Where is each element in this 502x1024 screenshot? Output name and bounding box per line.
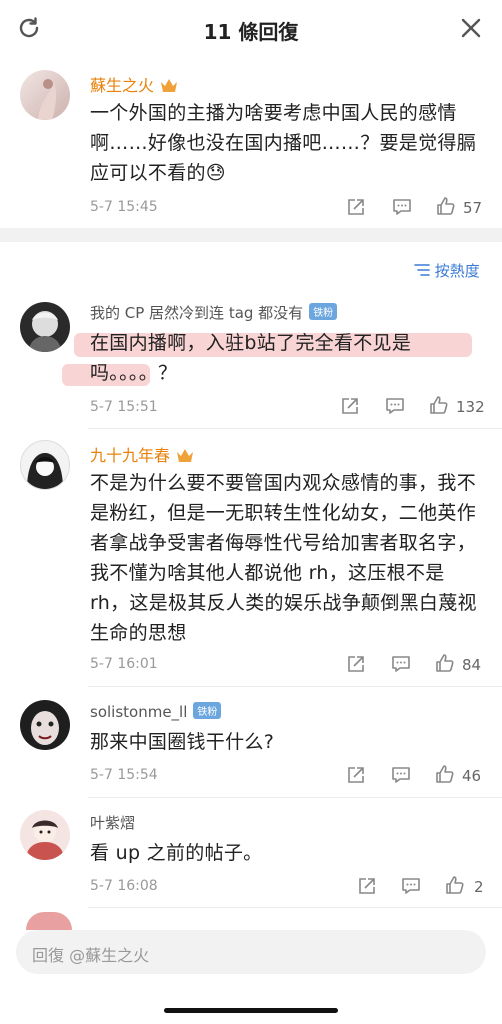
like-icon[interactable] [435,764,455,784]
timestamp: 5-7 15:45 [90,199,158,215]
comment-text: 不是为什么要不要管国内观众感情的事，我不是粉红，但是一无职转生性化幼女，二他英作… [90,472,477,644]
divider [88,428,502,429]
avatar [26,912,72,930]
avatar[interactable] [20,70,70,120]
comment-icon[interactable] [391,654,411,674]
username[interactable]: 我的 CP 居然冷到连 tag 都没有 铁粉 [90,302,338,323]
modal-header: 11 條回復 [0,0,502,58]
vip-crown-icon [161,79,178,92]
comment-text: 那来中国圈钱干什么? [90,731,275,753]
divider [88,797,502,798]
timestamp: 5-7 16:01 [90,656,158,672]
like-icon[interactable] [435,653,455,673]
avatar[interactable] [20,810,70,860]
comment-text: 一个外国的主播为啥要考虑中国人民的感情啊……好像也没在国内播吧……？要是觉得膈应… [90,102,477,184]
timestamp: 5-7 15:51 [90,399,158,415]
username[interactable]: solistonme_ll 铁粉 [90,702,222,721]
like-count: 84 [462,656,482,674]
username[interactable]: 九十九年春 [90,442,194,466]
fan-badge: 铁粉 [193,702,222,719]
like-icon[interactable] [436,196,456,216]
share-icon[interactable] [346,654,366,674]
like-icon[interactable] [445,875,465,895]
username[interactable]: 蘇生之火 [90,72,178,96]
avatar[interactable] [20,302,70,352]
avatar[interactable] [20,440,70,490]
divider [88,686,502,687]
reply-input[interactable]: 回復 @蘇生之火 [16,930,486,974]
like-count: 46 [462,767,482,785]
share-icon[interactable] [340,396,360,416]
comment-icon[interactable] [391,765,411,785]
vip-crown-icon [177,449,194,462]
like-count: 57 [463,199,483,217]
share-icon[interactable] [346,197,366,217]
close-icon[interactable] [458,15,484,41]
share-icon[interactable] [357,876,377,896]
timestamp: 5-7 15:54 [90,767,158,783]
username[interactable]: 叶紫熠 [90,812,135,833]
home-indicator [164,1008,338,1013]
main-comment: 蘇生之火 一个外国的主播为啥要考虑中国人民的感情啊……好像也没在国内播吧……？要… [0,58,502,226]
like-icon[interactable] [429,395,449,415]
fan-badge: 铁粉 [309,303,338,320]
share-icon[interactable] [346,765,366,785]
sort-icon [414,264,430,276]
comment-icon[interactable] [392,197,412,217]
divider [88,907,502,908]
comment-text: 看 up 之前的帖子。 [90,842,263,864]
like-count: 2 [474,878,484,896]
reply-placeholder: 回復 @蘇生之火 [32,946,150,965]
comment-text: 在国内播啊，入驻b站了完全看不见是吗。。。。？ [90,332,412,384]
comment-icon[interactable] [385,396,405,416]
comment-icon[interactable] [401,876,421,896]
avatar[interactable] [20,700,70,750]
like-count: 132 [456,398,485,416]
section-divider [0,228,502,242]
page-title: 11 條回復 [203,20,299,44]
sort-button[interactable]: 按熱度 [414,260,480,281]
sort-label: 按熱度 [434,262,480,280]
timestamp: 5-7 16:08 [90,878,158,894]
